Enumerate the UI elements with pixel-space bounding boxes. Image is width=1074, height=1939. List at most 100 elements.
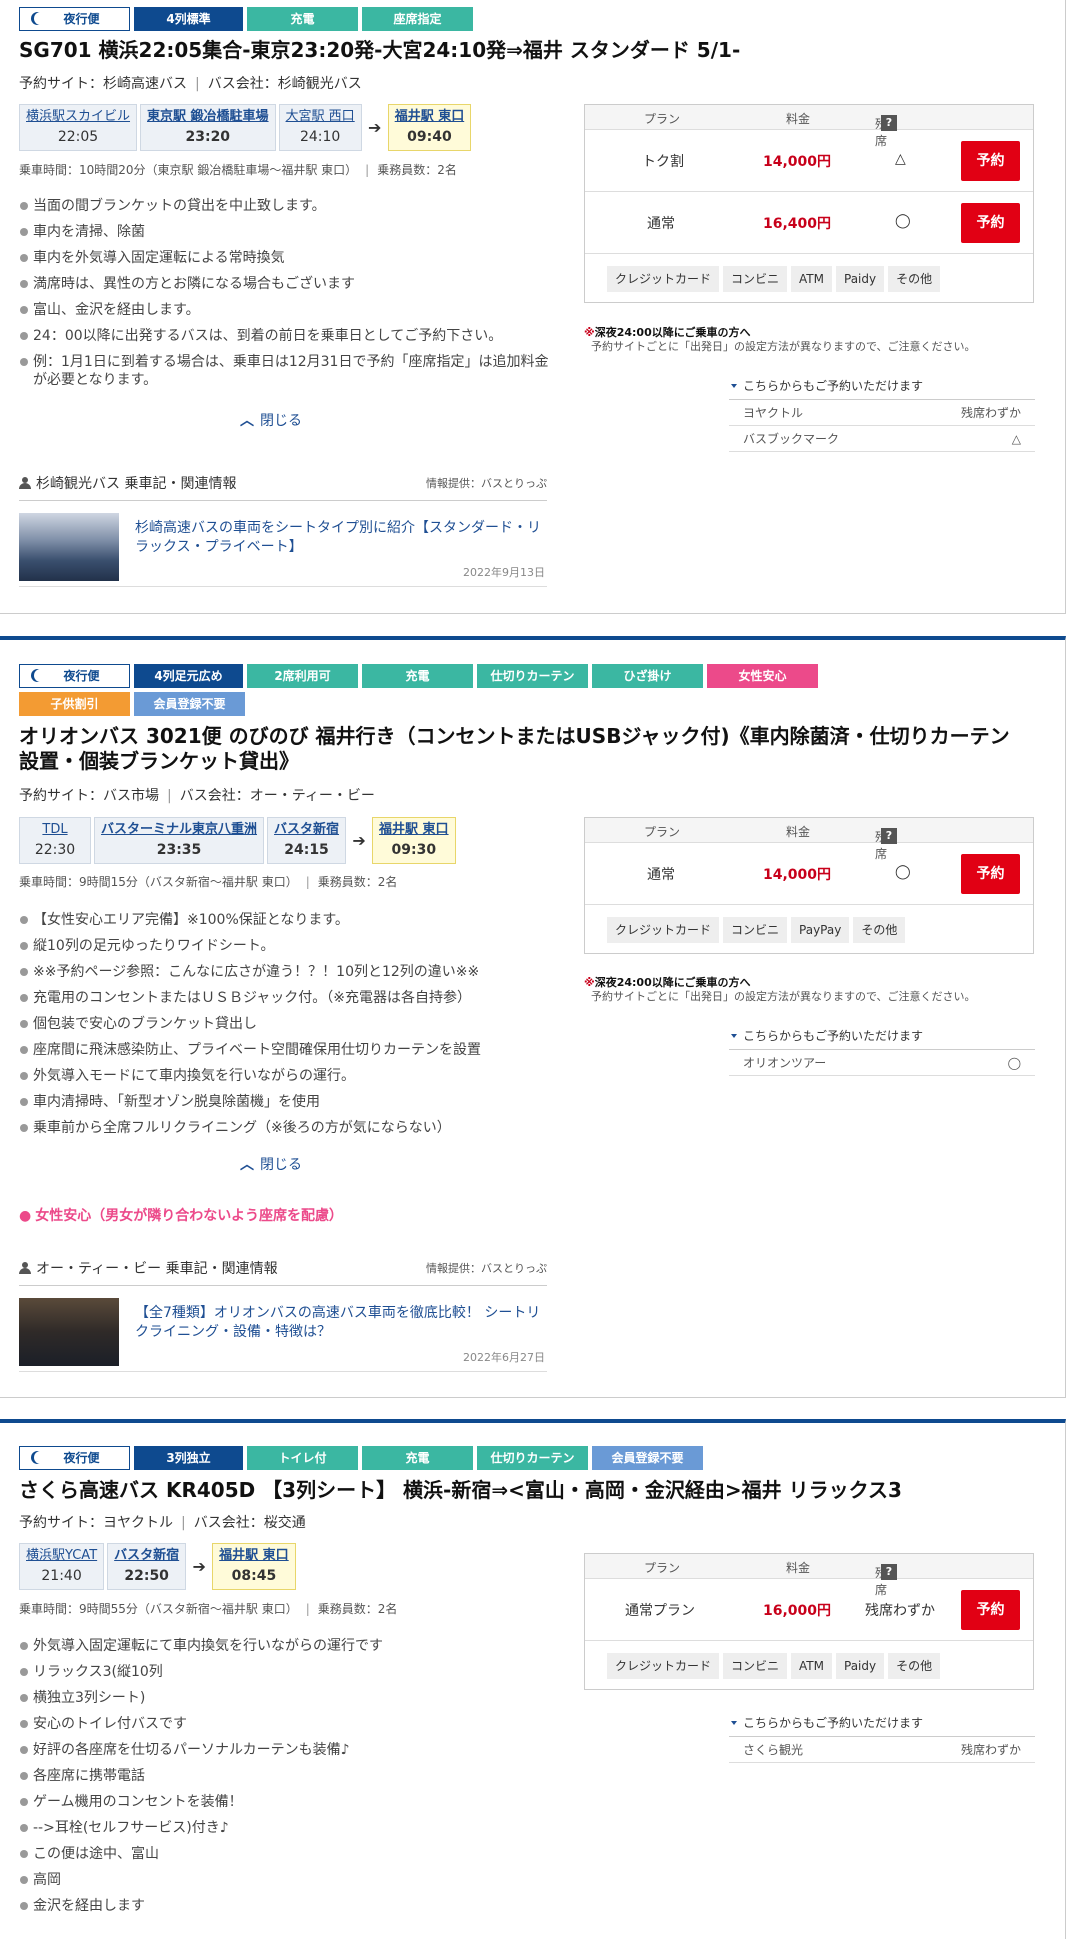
tag: 女性安心 [707, 664, 818, 688]
bus-company: バス会社：杉崎観光バス [207, 76, 362, 92]
article-thumbnail[interactable] [19, 1298, 119, 1366]
stop[interactable]: 横浜駅YCAT 21:40 [19, 1543, 105, 1590]
bus-company: バス会社：オー・ティー・ビー [179, 788, 375, 804]
close-toggle[interactable]: ︿ 閉じる [240, 410, 302, 430]
feature-tags: 夜行便 3列独立 トイレ付 充電 仕切りカーテン 会員登録不要 [19, 1446, 839, 1470]
list-item: ※※予約ページ参照：こんなに広さが違う！？！10列と12列の違い※※ [19, 963, 549, 981]
bus-card-1: 夜行便 4列標準 充電 座席指定 SG701 横浜22:05集合-東京23:20… [0, 0, 1066, 614]
payment-methods: クレジットカード コンビニ ATM Paidy その他 [585, 254, 1033, 302]
arrow-right-icon: ➔ [367, 118, 382, 137]
chevron-up-icon: ︿ [240, 1157, 254, 1173]
feature-tags: 夜行便 4列足元広め 2席利用可 充電 仕切りカーテン ひざ掛け 女性安心 子供… [19, 664, 839, 716]
tag: トイレ付 [247, 1446, 358, 1470]
plan-row: 通常 14,000円 ◯ 予約 [585, 843, 1033, 905]
plan-row: 通常 16,400円 ◯ 予約 [585, 192, 1033, 254]
list-item: 好評の各座席を仕切るパーソナルカーテンも装備♪ [19, 1741, 549, 1759]
tag: 4列標準 [134, 7, 243, 31]
article-link[interactable]: 【全7種類】オリオンバスの高速バス車両を徹底比較！ シートリクライニング・設備・… [135, 1304, 545, 1342]
related-header: オー・ティー・ビー 乗車記・関連情報 情報提供：バスとりっぷ [19, 1258, 547, 1286]
stop-destination[interactable]: 福井駅 東口 08:45 [212, 1543, 296, 1590]
tag: 仕切りカーテン [477, 1446, 588, 1470]
list-item: この便は途中、富山 [19, 1845, 549, 1863]
feature-tags: 夜行便 4列標準 充電 座席指定 [19, 7, 839, 31]
tag: 2席利用可 [247, 664, 358, 688]
alt-booking-row[interactable]: さくら観光 残席わずか [729, 1737, 1035, 1763]
list-item: 【女性安心エリア完備】※100%保証となります。 [19, 911, 549, 929]
reserve-button[interactable]: 予約 [961, 141, 1020, 181]
person-icon [19, 1262, 31, 1274]
bus-card-3: 夜行便 3列独立 トイレ付 充電 仕切りカーテン 会員登録不要 さくら高速バス … [0, 1419, 1066, 1939]
feature-list: 当面の間ブランケットの貸出を中止致します。 車内を清掃、除菌 車内を外気導入固定… [19, 197, 549, 397]
payment-methods: クレジットカード コンビニ ATM Paidy その他 [585, 1641, 1033, 1689]
moon-icon [34, 1451, 47, 1464]
article-link[interactable]: 杉崎高速バスの車両をシートタイプ別に紹介【スタンダード・リラックス・プライベート… [135, 519, 545, 557]
alt-booking-row[interactable]: ヨヤクトル 残席わずか [729, 400, 1035, 426]
reserve-button[interactable]: 予約 [961, 203, 1020, 243]
list-item: 当面の間ブランケットの貸出を中止致します。 [19, 197, 549, 215]
stop[interactable]: 東京駅 鍛冶橋駐車場 23:20 [140, 104, 276, 151]
list-item: 縦10列の足元ゆったりワイドシート。 [19, 937, 549, 955]
reserve-button[interactable]: 予約 [961, 854, 1020, 894]
related-article[interactable]: 【全7種類】オリオンバスの高速バス車両を徹底比較！ シートリクライニング・設備・… [19, 1292, 547, 1372]
help-icon[interactable]: ? [881, 828, 897, 844]
list-item: 24：00以降に出発するバスは、到着の前日を乗車日としてご予約下さい。 [19, 327, 549, 345]
chevron-up-icon: ︿ [240, 413, 254, 429]
trip-info: 乗車時間：9時間15分（バスタ新宿〜福井駅 東口） | 乗務員数：2名 [19, 875, 398, 889]
close-toggle[interactable]: ︿ 閉じる [240, 1154, 302, 1174]
related-header: 杉崎観光バス 乗車記・関連情報 情報提供：バスとりっぷ [19, 473, 547, 501]
payment-methods: クレジットカード コンビニ PayPay その他 [585, 905, 1033, 953]
list-item: 車内を外気導入固定運転による常時換気 [19, 249, 549, 267]
stop-destination[interactable]: 福井駅 東口 09:40 [387, 104, 472, 151]
list-item: 車内を清掃、除菌 [19, 223, 549, 241]
bus-meta: 予約サイト：バス市場 | バス会社：オー・ティー・ビー [19, 788, 375, 804]
bus-title: オリオンバス 3021便 のびのび 福井行き（コンセントまたはUSBジャック付)… [19, 724, 1010, 773]
list-item: 乗車前から全席フルリクライニング（※後ろの方が気にならない） [19, 1119, 549, 1137]
reserve-button[interactable]: 予約 [961, 1590, 1020, 1630]
list-item: 高岡 [19, 1871, 549, 1889]
bus-company: バス会社：桜交通 [193, 1515, 306, 1531]
alt-booking: こちらからもご予約いただけます ヨヤクトル 残席わずか バスブックマーク △ [729, 372, 1035, 452]
women-safe-note: ● 女性安心（男女が隣り合わないよう座席を配慮） [19, 1208, 343, 1224]
list-item: 金沢を経由します [19, 1897, 549, 1915]
plan-table: プラン料金残席? 通常プラン16,000円残席わずか予約 クレジットカードコンビ… [584, 1553, 1034, 1690]
article-date: 2022年6月27日 [463, 1351, 545, 1364]
plan-table: プラン料金残席? トク割14,000円△予約 通常16,400円◯予約 クレジッ… [584, 104, 1034, 303]
tag: 座席指定 [362, 7, 473, 31]
arrow-right-icon: ➔ [352, 831, 366, 850]
route: TDL 22:30 バスターミナル東京八重洲 23:35 バスタ新宿 24:15 ➔ … [19, 817, 459, 864]
trip-info: 乗車時間：9時間55分（バスタ新宿〜福井駅 東口） | 乗務員数：2名 [19, 1602, 398, 1616]
tag: 子供割引 [19, 692, 130, 716]
article-date: 2022年9月13日 [463, 566, 545, 579]
stop-destination[interactable]: 福井駅 東口 09:30 [372, 817, 456, 864]
tag: 4列足元広め [134, 664, 243, 688]
stop[interactable]: バスターミナル東京八重洲 23:35 [94, 817, 265, 864]
stop[interactable]: 大宮駅 西口 24:10 [278, 104, 362, 151]
stop[interactable]: 横浜駅スカイビル 22:05 [19, 104, 138, 151]
tag: 充電 [247, 7, 358, 31]
article-thumbnail[interactable] [19, 513, 119, 581]
list-item: 横独立3列シート) [19, 1689, 549, 1707]
bus-card-2: 夜行便 4列足元広め 2席利用可 充電 仕切りカーテン ひざ掛け 女性安心 子供… [0, 636, 1066, 1398]
list-item: 富山、金沢を経由します。 [19, 301, 549, 319]
alt-booking-row[interactable]: オリオンツアー ◯ [729, 1050, 1035, 1076]
moon-icon [34, 669, 47, 682]
route: 横浜駅スカイビル 22:05 東京駅 鍛冶橋駐車場 23:20 大宮駅 西口 24:1… [19, 104, 474, 151]
booking-site: 予約サイト：バス市場 [19, 788, 159, 804]
late-night-note: ※深夜24:00以降にご乗車の方へ 予約サイトごとに「出発日」の設定方法が異なり… [584, 326, 976, 353]
alt-booking-row[interactable]: バスブックマーク △ [729, 426, 1035, 452]
list-item: 各座席に携帯電話 [19, 1767, 549, 1785]
related-article[interactable]: 杉崎高速バスの車両をシートタイプ別に紹介【スタンダード・リラックス・プライベート… [19, 507, 547, 587]
list-item: 充電用のコンセントまたはＵＳＢジャック付。（※充電器は各自持参） [19, 989, 549, 1007]
help-icon[interactable]: ? [881, 1564, 897, 1580]
tag: 会員登録不要 [134, 692, 245, 716]
stop[interactable]: TDL 22:30 [19, 817, 91, 864]
stop[interactable]: バスタ新宿 22:50 [107, 1543, 187, 1590]
list-item: 外気導入固定運転にて車内換気を行いながらの運行です [19, 1637, 549, 1655]
list-item: 安心のトイレ付バスです [19, 1715, 549, 1733]
bus-meta: 予約サイト：杉崎高速バス | バス会社：杉崎観光バス [19, 76, 362, 92]
plan-row: 通常プラン 16,000円 残席わずか 予約 [585, 1579, 1033, 1641]
help-icon[interactable]: ? [881, 115, 897, 131]
list-item: 満席時は、異性の方とお隣になる場合もございます [19, 275, 549, 293]
stop[interactable]: バスタ新宿 24:15 [267, 817, 347, 864]
bus-title: SG701 横浜22:05集合-東京23:20発-大宮24:10発⇒福井 スタン… [19, 38, 741, 62]
